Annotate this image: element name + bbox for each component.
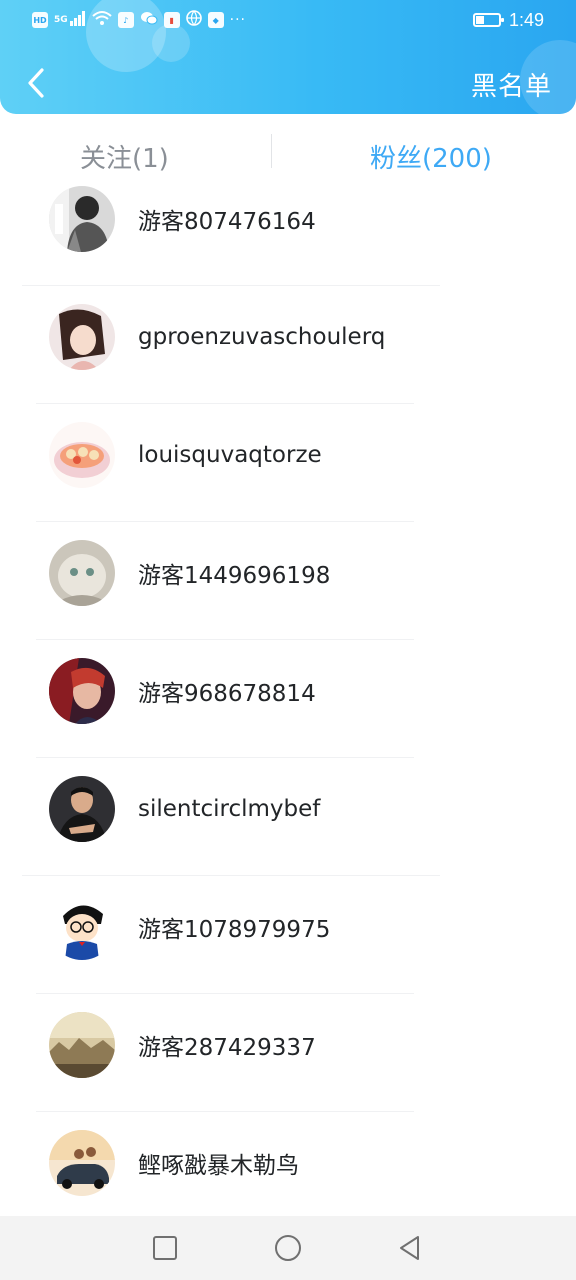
avatar	[49, 422, 115, 488]
avatar	[49, 1012, 115, 1078]
music-app-icon: ♪	[117, 12, 134, 28]
avatar	[49, 776, 115, 842]
follower-name: 鲣啄戤暴木勒鸟	[138, 1153, 299, 1179]
list-item[interactable]: 鲣啄戤暴木勒鸟	[0, 1104, 576, 1216]
back-button[interactable]	[16, 60, 56, 106]
globe-icon	[185, 10, 202, 30]
browser-app-icon: ◆	[207, 12, 224, 28]
blacklist-button[interactable]: 黑名单	[471, 64, 552, 104]
square-icon	[153, 1236, 177, 1260]
wechat-icon	[140, 10, 158, 30]
triangle-back-icon	[400, 1236, 419, 1260]
avatar	[49, 304, 115, 370]
signal-icon	[69, 10, 86, 30]
reader-app-icon: ▮	[163, 12, 180, 28]
avatar	[49, 658, 115, 724]
battery-icon	[472, 13, 504, 27]
system-nav-bar	[0, 1216, 576, 1280]
app-header: HD 5G ♪ ▮ ◆ ··· 1:49 黑名单	[0, 0, 576, 114]
avatar	[49, 540, 115, 606]
list-item[interactable]: 游客1078979975	[0, 868, 576, 994]
avatar	[49, 894, 115, 960]
list-item[interactable]: 游客1449696198	[0, 514, 576, 640]
list-item[interactable]: gproenzuvaschoulerq	[0, 278, 576, 404]
battery-level	[475, 16, 484, 24]
status-time: 1:49	[508, 9, 544, 30]
home-button[interactable]	[270, 1230, 306, 1266]
more-notifications-indicator: ···	[229, 12, 247, 28]
hd-badge: HD	[32, 12, 48, 28]
follower-name: 游客807476164	[138, 209, 316, 235]
status-bar: HD 5G ♪ ▮ ◆ ··· 1:49	[0, 0, 576, 40]
avatar	[49, 1130, 115, 1196]
list-item[interactable]: silentcirclmybef	[0, 750, 576, 876]
followers-list: 游客807476164 gproenzuvaschoulerq louisquv…	[0, 160, 576, 1216]
network-type: 5G	[54, 15, 68, 25]
follower-name: silentcirclmybef	[138, 796, 321, 822]
avatar	[49, 186, 115, 252]
followers-screen: HD 5G ♪ ▮ ◆ ··· 1:49 黑名单 关注(1) 粉丝(200) 游…	[0, 0, 576, 1280]
follower-name: gproenzuvaschoulerq	[138, 324, 386, 350]
list-item[interactable]: 游客968678814	[0, 632, 576, 758]
follower-name: louisquvaqtorze	[138, 442, 322, 468]
follower-name: 游客287429337	[138, 1035, 316, 1061]
recents-button[interactable]	[147, 1230, 183, 1266]
nav-back-button[interactable]	[392, 1230, 428, 1266]
wifi-icon	[91, 10, 112, 30]
list-item[interactable]: 游客287429337	[0, 986, 576, 1112]
follower-name: 游客1449696198	[138, 563, 331, 589]
list-item[interactable]: 游客807476164	[0, 160, 576, 286]
chevron-left-icon	[28, 68, 44, 98]
follower-name: 游客1078979975	[138, 917, 331, 943]
follower-name: 游客968678814	[138, 681, 316, 707]
circle-icon	[275, 1235, 301, 1261]
list-item[interactable]: louisquvaqtorze	[0, 396, 576, 522]
